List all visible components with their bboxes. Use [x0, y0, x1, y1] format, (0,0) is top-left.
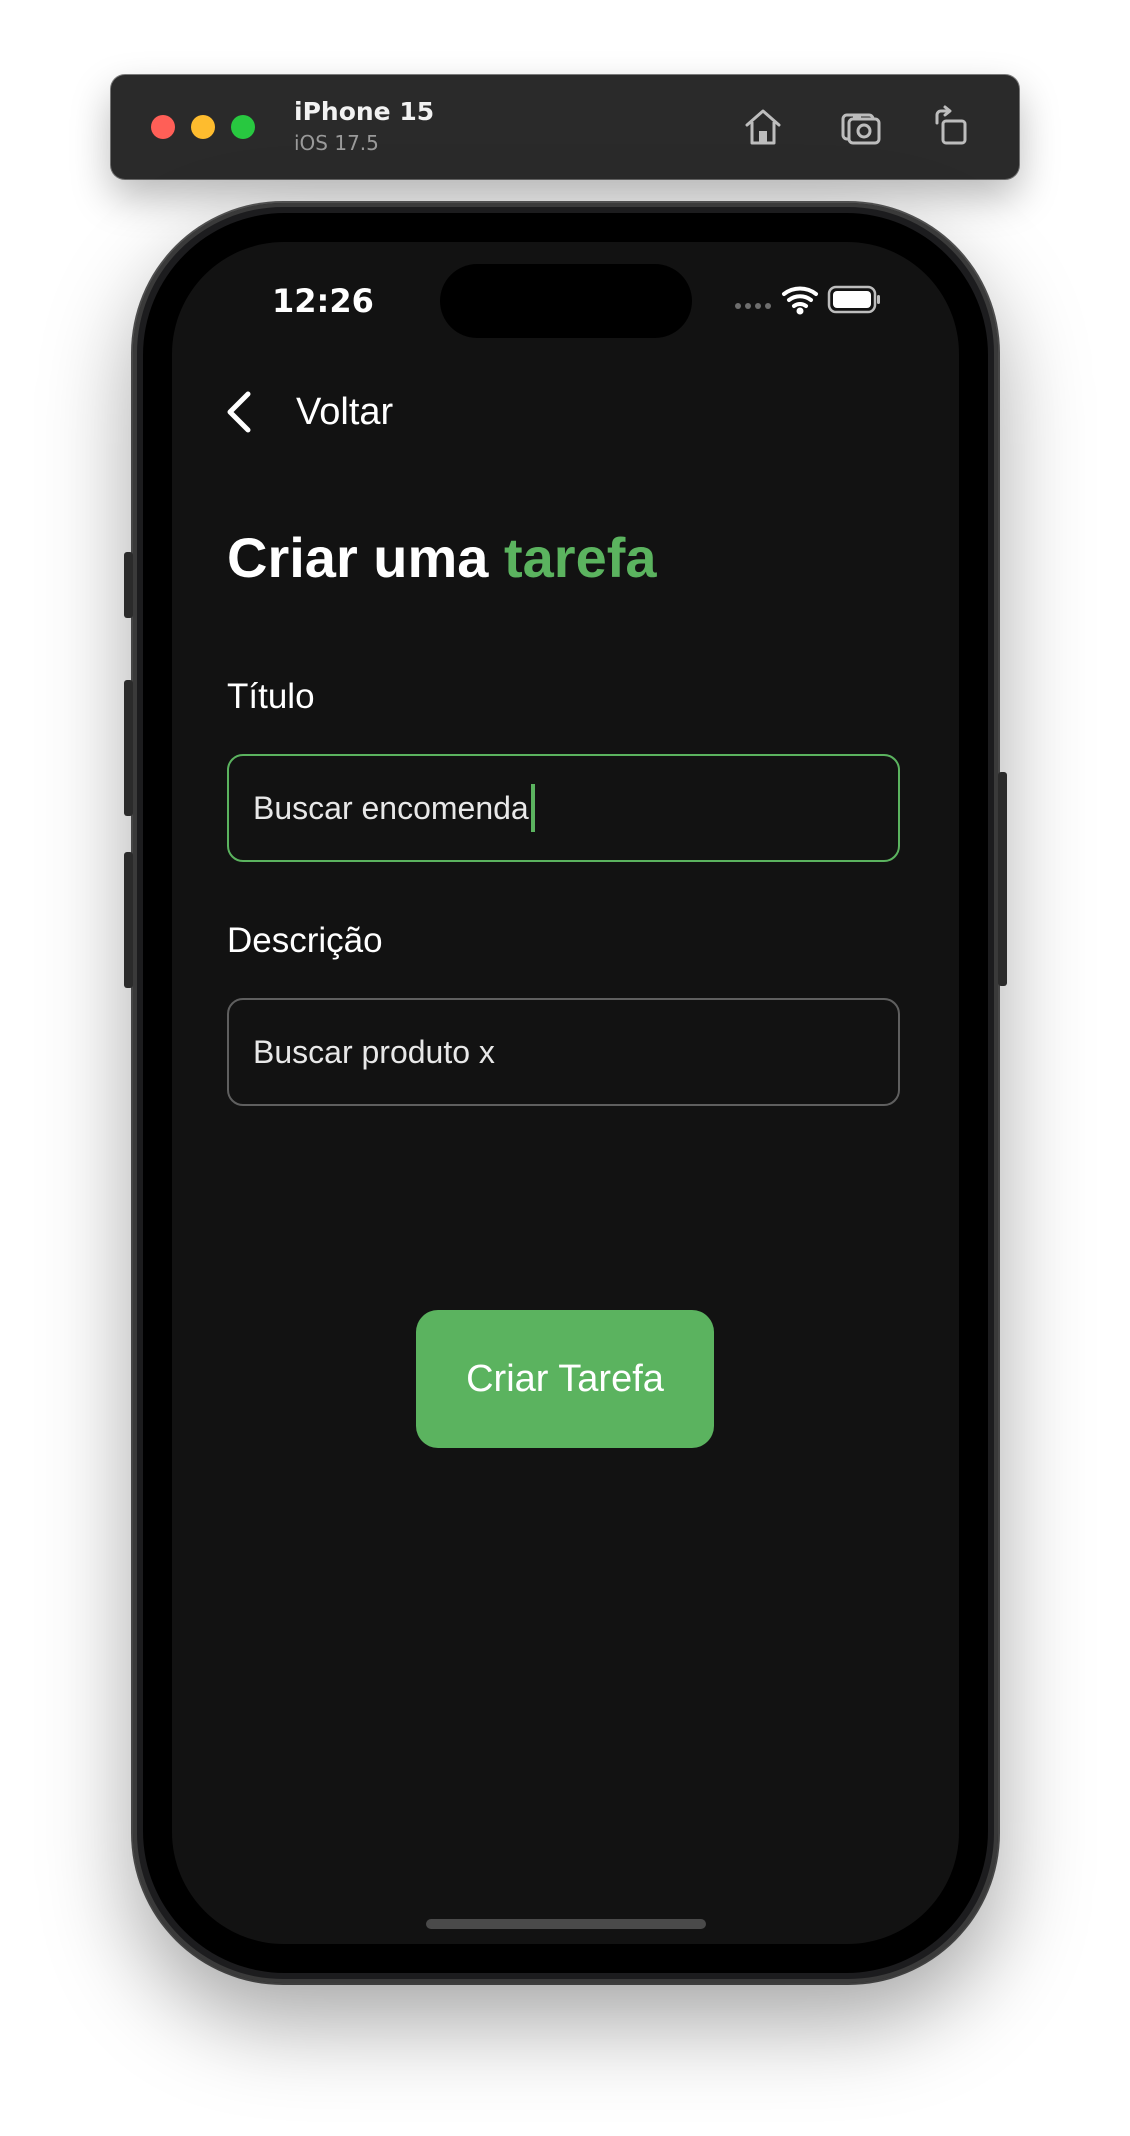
power-button	[998, 772, 1007, 986]
device-name: iPhone 15	[294, 97, 435, 126]
cellular-icon	[735, 303, 771, 309]
text-caret	[530, 784, 535, 832]
page-title-accent: tarefa	[504, 526, 657, 589]
page-title-prefix: Criar uma	[227, 526, 489, 589]
os-version: iOS 17.5	[294, 131, 379, 155]
title-field-value-wrap: Buscar encomenda	[253, 756, 535, 860]
description-field[interactable]: Buscar produto x	[227, 998, 900, 1106]
description-field-value: Buscar produto x	[253, 1033, 495, 1070]
action-button	[124, 552, 133, 618]
zoom-window-button[interactable]	[231, 115, 255, 139]
description-field-label: Descrição	[227, 921, 383, 960]
wifi-icon	[782, 286, 818, 308]
app-screen: 12:26 Voltar Criar uma tarefa Título Bus…	[172, 242, 959, 1944]
back-label: Voltar	[296, 390, 394, 433]
minimize-window-button[interactable]	[191, 115, 215, 139]
home-icon[interactable]	[739, 103, 787, 151]
create-task-button[interactable]: Criar Tarefa	[416, 1310, 714, 1448]
volume-up-button	[124, 680, 133, 816]
back-button[interactable]: Voltar	[224, 382, 393, 442]
home-indicator[interactable]	[426, 1919, 706, 1929]
volume-down-button	[124, 852, 133, 988]
status-time: 12:26	[272, 282, 374, 320]
title-field[interactable]: Buscar encomenda	[227, 754, 900, 862]
title-field-value: Buscar encomenda	[253, 789, 529, 826]
status-icons	[734, 284, 894, 318]
title-field-label: Título	[227, 677, 315, 716]
page-title: Criar uma tarefa	[227, 525, 657, 590]
simulator-toolbar: iPhone 15 iOS 17.5	[111, 75, 1019, 179]
chevron-left-icon	[224, 390, 254, 434]
close-window-button[interactable]	[151, 115, 175, 139]
dynamic-island	[440, 264, 692, 338]
screenshot-icon[interactable]	[837, 103, 885, 151]
rotate-icon[interactable]	[927, 103, 975, 151]
battery-icon	[827, 285, 880, 314]
